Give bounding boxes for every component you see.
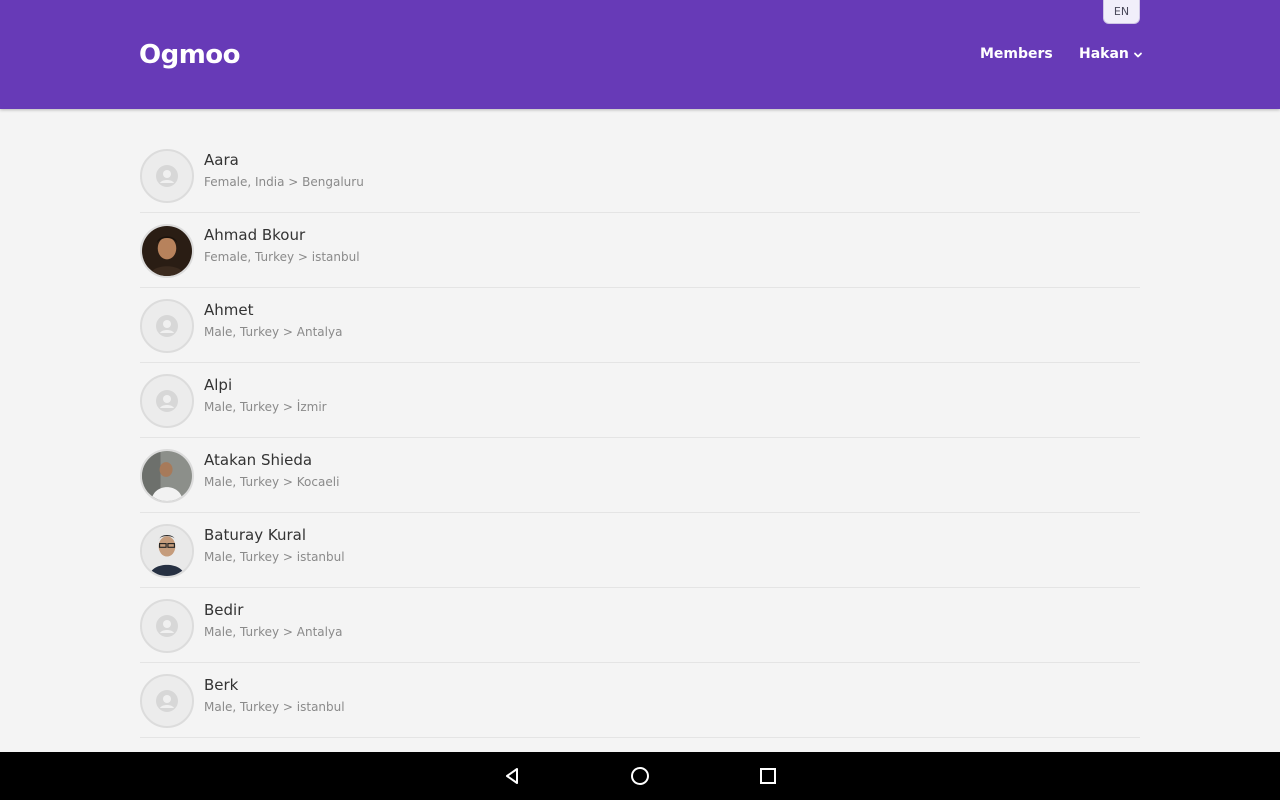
back-triangle-icon[interactable]	[500, 764, 524, 788]
member-name[interactable]: Baturay Kural	[204, 525, 306, 545]
member-name[interactable]: Bedir	[204, 600, 243, 620]
home-circle-icon[interactable]	[628, 764, 652, 788]
user-placeholder-icon	[156, 165, 178, 187]
member-row[interactable]: Ahmet Male, Turkey > Antalya	[140, 288, 1140, 363]
member-name[interactable]: Berk	[204, 675, 238, 695]
member-name[interactable]: Ahmad Bkour	[204, 225, 305, 245]
member-row[interactable]: Baturay Kural Male, Turkey > istanbul	[140, 513, 1140, 588]
user-menu[interactable]: Hakan	[1079, 44, 1143, 64]
member-details: Male, Turkey > Kocaeli	[204, 475, 340, 489]
member-details: Male, Turkey > Antalya	[204, 325, 343, 339]
member-details: Female, India > Bengaluru	[204, 175, 364, 189]
user-placeholder-icon	[156, 390, 178, 412]
user-placeholder-icon	[156, 315, 178, 337]
member-name[interactable]: Aara	[204, 150, 239, 170]
user-placeholder-icon	[156, 690, 178, 712]
user-menu-label: Hakan	[1079, 46, 1129, 62]
avatar	[140, 224, 194, 278]
member-row[interactable]: Alpi Male, Turkey > İzmir	[140, 363, 1140, 438]
user-placeholder-icon	[156, 615, 178, 637]
member-list: Aara Female, India > Bengaluru Ahmad Bko…	[140, 138, 1140, 738]
member-name[interactable]: Ahmet	[204, 300, 254, 320]
member-row[interactable]: Bedir Male, Turkey > Antalya	[140, 588, 1140, 663]
profile-photo	[142, 451, 192, 501]
member-row[interactable]: Atakan Shieda Male, Turkey > Kocaeli	[140, 438, 1140, 513]
member-details: Male, Turkey > istanbul	[204, 550, 345, 564]
language-switcher[interactable]: EN	[1103, 0, 1140, 24]
avatar	[140, 599, 194, 653]
member-row[interactable]: Ahmad Bkour Female, Turkey > istanbul	[140, 213, 1140, 288]
avatar	[140, 524, 194, 578]
member-name[interactable]: Atakan Shieda	[204, 450, 312, 470]
recents-square-icon[interactable]	[756, 764, 780, 788]
member-details: Male, Turkey > istanbul	[204, 700, 345, 714]
member-row[interactable]: Aara Female, India > Bengaluru	[140, 138, 1140, 213]
member-details: Female, Turkey > istanbul	[204, 250, 360, 264]
chevron-down-icon	[1133, 52, 1142, 57]
site-logo[interactable]: Ogmoo	[139, 38, 241, 72]
avatar	[140, 149, 194, 203]
avatar	[140, 449, 194, 503]
system-navigation-bar	[0, 752, 1280, 800]
member-details: Male, Turkey > Antalya	[204, 625, 343, 639]
member-name[interactable]: Alpi	[204, 375, 232, 395]
avatar	[140, 674, 194, 728]
profile-photo	[142, 226, 192, 276]
avatar	[140, 374, 194, 428]
avatar	[140, 299, 194, 353]
profile-photo	[142, 526, 192, 576]
top-app-bar: EN Ogmoo Members Hakan	[0, 0, 1280, 109]
nav-members-link[interactable]: Members	[980, 44, 1053, 64]
member-row[interactable]: Berk Male, Turkey > istanbul	[140, 663, 1140, 738]
member-details: Male, Turkey > İzmir	[204, 400, 327, 414]
